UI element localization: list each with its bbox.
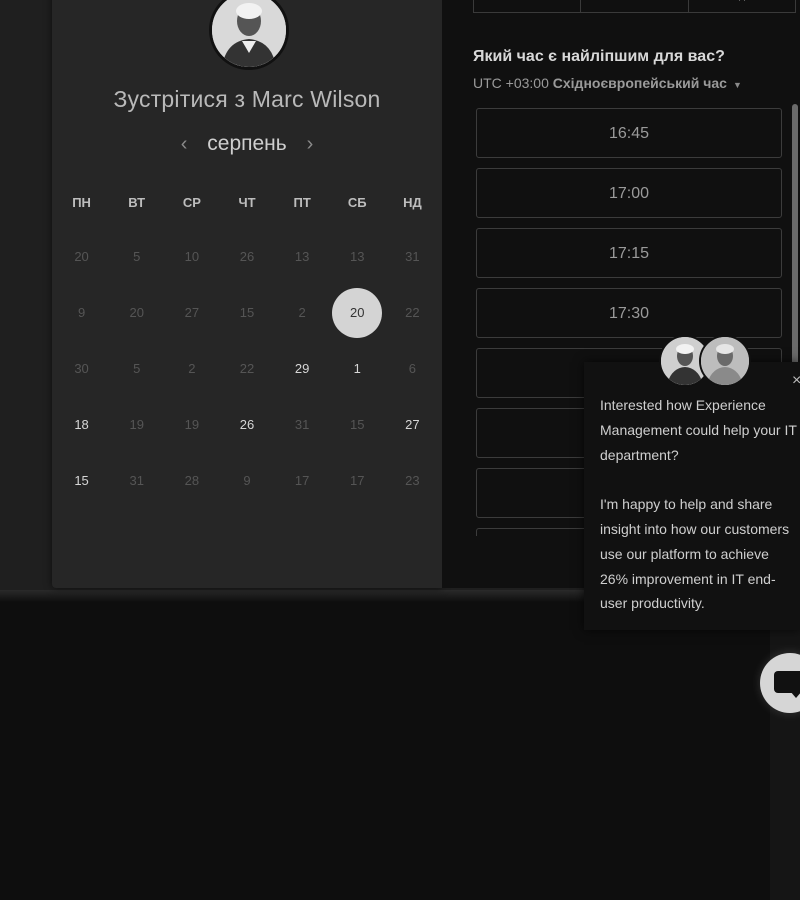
page: Зустрітися з Marc Wilson ‹ серпень › ПН … — [0, 0, 800, 900]
calendar-day: 30 — [74, 361, 89, 376]
next-month-icon[interactable]: › — [307, 133, 314, 155]
calendar-day: 2 — [188, 361, 196, 376]
time-slot-button[interactable]: 17:00 — [476, 168, 782, 218]
calendar-day-available[interactable]: 1 — [330, 343, 385, 395]
weekday-label: ЧТ — [238, 195, 256, 210]
month-label: серпень — [207, 132, 287, 155]
calendar-day: 5 — [133, 361, 141, 376]
host-avatar — [209, 0, 289, 70]
calendar-day: 31 — [294, 417, 310, 432]
calendar-day-available[interactable]: 15 — [54, 455, 109, 507]
calendar-day: 13 — [294, 249, 310, 264]
calendar-day: 22 — [239, 361, 255, 376]
chat-bubble-icon — [774, 671, 800, 698]
calendar-day: 2 — [298, 305, 306, 320]
calendar-day-available[interactable]: 29 — [275, 343, 330, 395]
calendar-week: 9 20 27 15 2 20 22 — [54, 287, 440, 339]
calendar-week: 30 5 2 22 29 1 6 — [54, 343, 440, 395]
calendar-week: 18 19 19 26 31 15 27 — [54, 399, 440, 451]
time-slot-button[interactable]: 17:30 — [476, 288, 782, 338]
calendar-day: 9 — [243, 473, 251, 488]
tab-duration[interactable]: 15 хвилин — [474, 0, 582, 12]
weekday-header: ПН ВТ СР ЧТ ПТ СБ НД — [54, 195, 440, 210]
chat-message-paragraph: Interested how Experience Management cou… — [600, 397, 797, 463]
calendar-day: 20 — [129, 305, 144, 320]
calendar-day: 9 — [77, 305, 86, 320]
weekday-label: ПН — [72, 195, 91, 210]
weekday-label: ВТ — [128, 195, 146, 210]
tab-duration[interactable]: 30 хвилин — [581, 0, 689, 12]
chat-launcher-button[interactable] — [760, 653, 800, 713]
calendar-day: 27 — [184, 305, 200, 320]
close-icon[interactable]: × — [792, 372, 800, 390]
timezone-offset: UTC +03:00 — [473, 75, 549, 91]
month-navigator: ‹ серпень › — [52, 132, 442, 156]
chat-message: Interested how Experience Management cou… — [600, 393, 800, 641]
weekday-label: НД — [403, 195, 422, 210]
calendar-day: 23 — [405, 473, 420, 488]
weekday-label: СР — [182, 195, 201, 210]
chat-message-paragraph: I'm happy to help and share insight into… — [600, 496, 790, 612]
calendar-day: 15 — [239, 305, 255, 320]
slot-list-scrollbar[interactable] — [792, 104, 798, 394]
duration-tabs: 15 хвилин 30 хвилин 1 година — [473, 0, 796, 13]
calendar-day: 31 — [129, 473, 144, 488]
calendar-day: 26 — [239, 249, 255, 264]
calendar-day: 6 — [408, 361, 417, 376]
calendar-day: 10 — [184, 249, 200, 264]
timezone-selector[interactable]: UTC +03:00 Східноєвропейський час ▼ — [473, 75, 742, 91]
tab-duration[interactable]: 1 година — [689, 0, 795, 12]
calendar-day: 15 — [350, 417, 365, 432]
calendar-week: 15 31 28 9 17 17 23 — [54, 455, 440, 507]
timezone-name: Східноєвропейський час — [552, 75, 727, 91]
time-slot-button[interactable]: 16:45 — [476, 108, 782, 158]
calendar-day: 20 — [74, 249, 89, 264]
meet-title: Зустрітися з Marc Wilson — [113, 86, 381, 112]
time-question: Який час є найліпшим для вас? — [473, 48, 725, 65]
calendar-day-available[interactable]: 27 — [385, 399, 440, 451]
calendar-day: 22 — [405, 305, 420, 320]
agent-avatar — [699, 335, 751, 387]
calendar-week: 20 5 10 26 13 13 31 — [54, 231, 440, 283]
calendar-day: 5 — [133, 249, 141, 264]
selected-day-number: 20 — [350, 305, 365, 320]
chevron-down-icon: ▼ — [732, 80, 742, 90]
calendar-day: 31 — [405, 249, 420, 264]
chat-agent-avatars — [659, 335, 751, 387]
calendar-day: 28 — [184, 473, 200, 488]
prev-month-icon[interactable]: ‹ — [181, 133, 188, 155]
calendar-day-selected[interactable]: 20 — [330, 287, 385, 339]
weekday-label: СБ — [347, 195, 367, 210]
calendar-day-available[interactable]: 18 — [54, 399, 109, 451]
calendar-day: 13 — [350, 249, 365, 264]
calendar-day: 19 — [129, 417, 144, 432]
calendar-day: 17 — [350, 473, 365, 488]
calendar-day: 17 — [294, 473, 310, 488]
time-slot-button[interactable]: 17:15 — [476, 228, 782, 278]
calendar-card: Зустрітися з Marc Wilson ‹ серпень › ПН … — [52, 0, 442, 588]
calendar-day-available[interactable]: 26 — [219, 399, 274, 451]
weekday-label: ПТ — [293, 195, 311, 210]
calendar-day: 19 — [184, 417, 200, 432]
